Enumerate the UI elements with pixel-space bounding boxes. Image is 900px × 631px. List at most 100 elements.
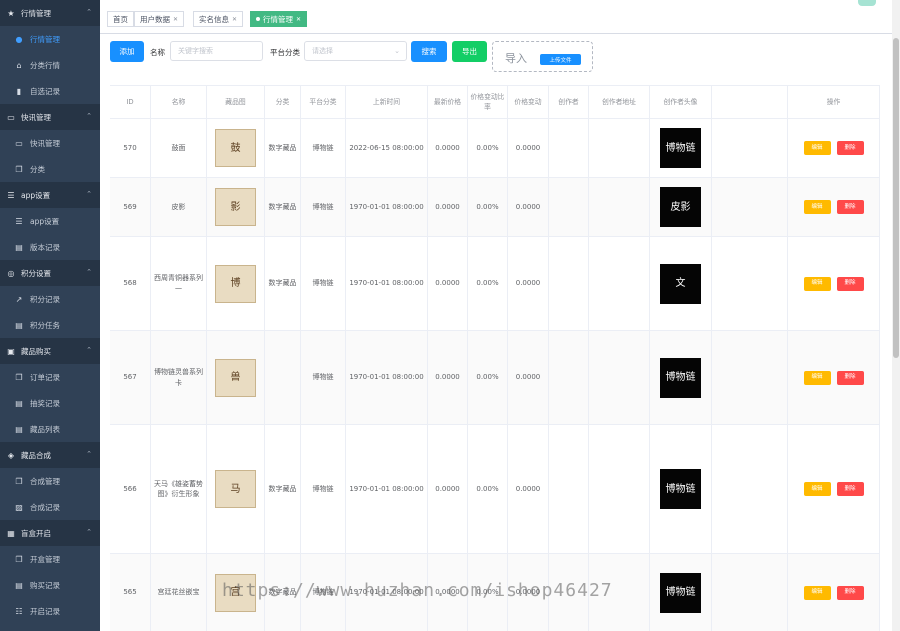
sidebar-item[interactable]: ▤ 抽奖记录 [0, 390, 100, 416]
sidebar-item[interactable]: ☷ 开启记录 [0, 598, 100, 624]
creator-avatar[interactable]: 文 [660, 263, 701, 304]
delete-button[interactable]: 删除 [836, 141, 864, 155]
cell-id: 566 [110, 425, 151, 553]
table-row: 570 鼓面 数字藏品 博物链 2022-06-15 08:00:00 0.0000 0.0… [110, 119, 880, 178]
tab-home[interactable]: 首页 [107, 11, 134, 27]
product-thumbnail[interactable]: 鼓 [215, 129, 256, 167]
sidebar-item[interactable]: ❐ 订单记录 [0, 364, 100, 390]
close-icon[interactable]: ✕ [173, 16, 178, 23]
product-thumbnail[interactable]: 马 [215, 470, 256, 508]
cell-text: 568 [123, 279, 137, 288]
sidebar-group[interactable]: ▦ 盲盒开启 ⌃ [0, 520, 100, 546]
document-icon: ▤ [15, 580, 23, 590]
edit-button[interactable]: 编辑 [803, 141, 831, 155]
creator-avatar[interactable]: 皮影 [660, 187, 701, 227]
sidebar-group[interactable]: ◈ 藏品合成 ⌃ [0, 442, 100, 468]
cell-platform: 博物链 [301, 425, 346, 553]
cell-creator-avatar: 皮影 [650, 178, 712, 236]
tab-user-data[interactable]: 用户数据 ✕ [134, 11, 185, 27]
cell-id: 565 [110, 554, 151, 631]
product-thumbnail[interactable]: 博 [215, 264, 256, 303]
edit-button[interactable]: 编辑 [803, 482, 831, 496]
table-row: 569 皮影 数字藏品 博物链 1970-01-01 08:00:00 0.0000 0.0… [110, 178, 880, 237]
sidebar-item[interactable]: ❐ 开盒管理 [0, 546, 100, 572]
delete-button[interactable]: 删除 [836, 585, 864, 600]
edit-button[interactable]: 编辑 [803, 200, 831, 214]
cell-text: 博物链 [312, 279, 334, 288]
sidebar-group[interactable]: ◎ 积分设置 ⌃ [0, 260, 100, 286]
delete-button[interactable]: 删除 [836, 370, 864, 385]
sidebar-item[interactable]: ● 行情管理 [0, 26, 100, 52]
sidebar-item[interactable]: ▮ 自选记录 [0, 78, 100, 104]
upload-file-button[interactable]: 上传文件 [540, 54, 581, 65]
add-button[interactable]: 添加 [110, 41, 144, 62]
chevron-up-icon: ⌃ [86, 8, 92, 16]
sidebar-group[interactable]: ☰ app设置 ⌃ [0, 182, 100, 208]
sidebar-group[interactable]: ★ 行情管理 ⌃ [0, 0, 100, 26]
close-icon[interactable]: ✕ [232, 16, 237, 23]
sidebar-item[interactable]: ↗ 积分记录 [0, 286, 100, 312]
table-row: 568 西周青铜器系列一 数字藏品 博物链 1970-01-01 08:00:00 0.0… [110, 237, 880, 331]
cell-category [265, 331, 301, 424]
edit-button[interactable]: 编辑 [803, 585, 831, 600]
tab-market-management[interactable]: 行情管理 ✕ [250, 11, 308, 27]
column-header: 平台分类 [301, 86, 346, 118]
column-header: 创作者头像 [650, 86, 712, 118]
creator-avatar[interactable]: 博物链 [660, 469, 701, 509]
delete-button[interactable]: 删除 [836, 276, 864, 291]
name-search-input[interactable]: 关键字搜索 [170, 41, 263, 61]
cell-spacer [712, 554, 788, 631]
scrollbar-thumb[interactable] [893, 38, 899, 358]
tab-label: 用户数据 [140, 14, 170, 24]
sidebar-item[interactable]: ❐ 合成管理 [0, 468, 100, 494]
cell-change: 0.0000 [508, 425, 549, 553]
cell-time: 1970-01-01 08:00:00 [346, 237, 428, 330]
sidebar: ★ 行情管理 ⌃ ● 行情管理 ⌂ 分类行情 ▮ 自选记录 ▭ 快讯管理 ⌃ ▭ 快讯管理 ❐ 分类 ☰ app设… [0, 0, 100, 631]
chevron-up-icon: ⌃ [86, 112, 92, 120]
close-icon[interactable]: ✕ [296, 16, 301, 23]
edit-button[interactable]: 编辑 [803, 370, 831, 385]
user-badge[interactable] [858, 0, 876, 6]
sidebar-group[interactable]: ▣ 藏品购买 ⌃ [0, 338, 100, 364]
product-thumbnail[interactable]: 兽 [215, 358, 256, 397]
monitor-icon: ▭ [15, 138, 23, 148]
tab-realname-info[interactable]: 实名信息 ✕ [193, 11, 244, 27]
export-button[interactable]: 导出 [452, 41, 487, 62]
cell-price: 0.0000 [428, 119, 468, 177]
grid-icon: ▦ [7, 528, 15, 538]
sidebar-group[interactable]: ▭ 快讯管理 ⌃ [0, 104, 100, 130]
creator-avatar-glyph: 博物链 [665, 142, 696, 154]
cell-text: 天马《雄姿蓄势图》衍生形象 [154, 479, 203, 499]
name-label: 名称 [150, 48, 165, 57]
cell-text: 0.0000 [435, 279, 460, 288]
platform-select[interactable]: 请选择 ⌄ [304, 41, 407, 61]
sidebar-item[interactable]: ▤ 购买记录 [0, 572, 100, 598]
sidebar-item[interactable]: ▤ 积分任务 [0, 312, 100, 338]
sidebar-item[interactable]: ☰ app设置 [0, 208, 100, 234]
delete-button[interactable]: 删除 [836, 200, 864, 214]
sidebar-item[interactable]: ▭ 快讯管理 [0, 130, 100, 156]
sidebar-item[interactable]: ▤ 版本记录 [0, 234, 100, 260]
creator-avatar[interactable]: 博物链 [660, 357, 701, 398]
sidebar-item[interactable]: ▨ 合成记录 [0, 494, 100, 520]
column-header: ID [110, 86, 151, 118]
layers-icon: ◈ [7, 450, 15, 460]
product-thumbnail[interactable]: 影 [215, 188, 256, 226]
import-upload-area[interactable]: 导入 上传文件 [492, 41, 593, 72]
cell-id: 567 [110, 331, 151, 424]
sidebar-item-label: 积分记录 [30, 294, 60, 304]
sidebar-group-label: 藏品购买 [21, 346, 51, 356]
cell-text: 博物链 [312, 484, 334, 493]
cell-spacer [712, 425, 788, 553]
copy-icon: ❐ [15, 372, 23, 382]
creator-avatar[interactable]: 博物链 [660, 572, 701, 613]
sidebar-item[interactable]: ⌂ 分类行情 [0, 52, 100, 78]
cell-text: 数字藏品 [268, 202, 297, 211]
sidebar-item[interactable]: ❐ 分类 [0, 156, 100, 182]
sidebar-item[interactable]: ▤ 藏品列表 [0, 416, 100, 442]
search-button[interactable]: 搜索 [411, 41, 447, 62]
sidebar-item-label: 藏品列表 [30, 424, 60, 434]
edit-button[interactable]: 编辑 [803, 276, 831, 291]
creator-avatar[interactable]: 博物链 [660, 128, 701, 168]
delete-button[interactable]: 删除 [836, 482, 864, 496]
